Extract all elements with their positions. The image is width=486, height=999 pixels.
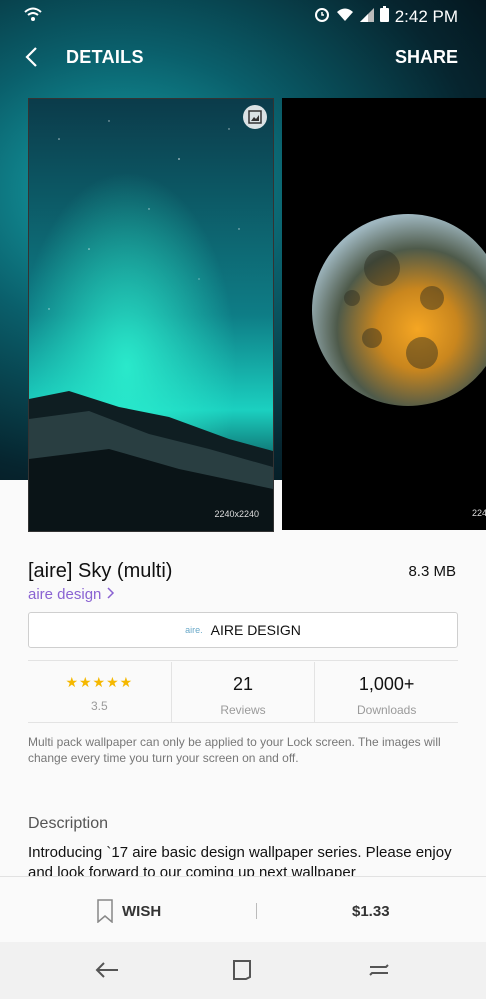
wallpaper-preview-1[interactable]: 2240x2240 bbox=[28, 98, 274, 532]
nav-recents-button[interactable] bbox=[366, 958, 392, 982]
lockscreen-note: Multi pack wallpaper can only be applied… bbox=[28, 735, 441, 765]
downloads-count: 1,000+ bbox=[358, 674, 415, 694]
nav-back-button[interactable] bbox=[94, 958, 120, 982]
reviews-stat[interactable]: 21 Reviews bbox=[170, 662, 315, 722]
developer-logo: aire. bbox=[185, 625, 203, 635]
wallpaper-preview-2[interactable]: 224 bbox=[282, 98, 486, 530]
developer-page-button[interactable]: aire. AIRE DESIGN bbox=[28, 612, 458, 648]
chevron-left-icon bbox=[25, 47, 37, 67]
description-heading: Description bbox=[28, 815, 109, 832]
back-button[interactable] bbox=[22, 46, 44, 68]
nav-home-button[interactable] bbox=[229, 958, 255, 982]
divider bbox=[28, 722, 458, 723]
resolution-label: 2240x2240 bbox=[214, 509, 259, 519]
image-gallery-icon[interactable] bbox=[243, 105, 267, 129]
bookmark-icon bbox=[97, 899, 113, 923]
battery-icon bbox=[379, 6, 389, 27]
back-arrow-icon bbox=[95, 962, 118, 978]
divider bbox=[28, 660, 458, 661]
page-title: DETAILS bbox=[66, 47, 144, 67]
description-text[interactable]: Introducing `17 aire basic design wallpa… bbox=[28, 843, 468, 877]
downloads-label: Downloads bbox=[356, 703, 417, 717]
rating-value: 3.5 bbox=[90, 699, 108, 713]
signal-icon bbox=[359, 7, 374, 27]
recents-icon bbox=[369, 964, 389, 976]
clock-text: 2:42 PM bbox=[394, 6, 458, 26]
product-name: [aire] Sky (multi) bbox=[28, 560, 173, 582]
share-button[interactable]: SHARE bbox=[395, 47, 458, 68]
wifi-call-icon bbox=[24, 6, 42, 27]
alarm-icon bbox=[314, 6, 330, 27]
home-square-icon bbox=[233, 960, 251, 980]
developer-button-label: AIRE DESIGN bbox=[210, 622, 301, 638]
reviews-label: Reviews bbox=[220, 703, 266, 717]
buy-button[interactable]: $1.33 bbox=[352, 903, 390, 920]
downloads-stat: 1,000+ Downloads bbox=[314, 662, 458, 722]
app-bar: DETAILS SHARE bbox=[0, 38, 486, 78]
developer-link[interactable]: aire design bbox=[28, 586, 116, 603]
stats-row: ★★★★★ 3.5 21 Reviews 1,000+ Downloads bbox=[28, 662, 458, 722]
rating-stat: ★★★★★ 3.5 bbox=[28, 662, 171, 722]
bottom-action-bar: WISH $1.33 bbox=[0, 876, 486, 943]
aurora-image bbox=[29, 99, 273, 531]
chevron-right-icon bbox=[106, 586, 116, 603]
wifi-icon bbox=[336, 7, 354, 27]
status-bar: 2:42 PM bbox=[0, 0, 486, 32]
rating-stars: ★★★★★ bbox=[65, 674, 134, 690]
file-size: 8.3 MB bbox=[408, 563, 456, 580]
action-divider bbox=[256, 903, 257, 919]
wish-label: WISH bbox=[122, 902, 162, 920]
wish-button[interactable]: WISH bbox=[96, 899, 161, 923]
resolution-label-2: 224 bbox=[472, 508, 486, 518]
developer-link-label: aire design bbox=[28, 586, 102, 603]
reviews-count: 21 bbox=[232, 674, 254, 694]
moon-image bbox=[312, 214, 486, 406]
system-navigation-bar bbox=[0, 942, 486, 999]
